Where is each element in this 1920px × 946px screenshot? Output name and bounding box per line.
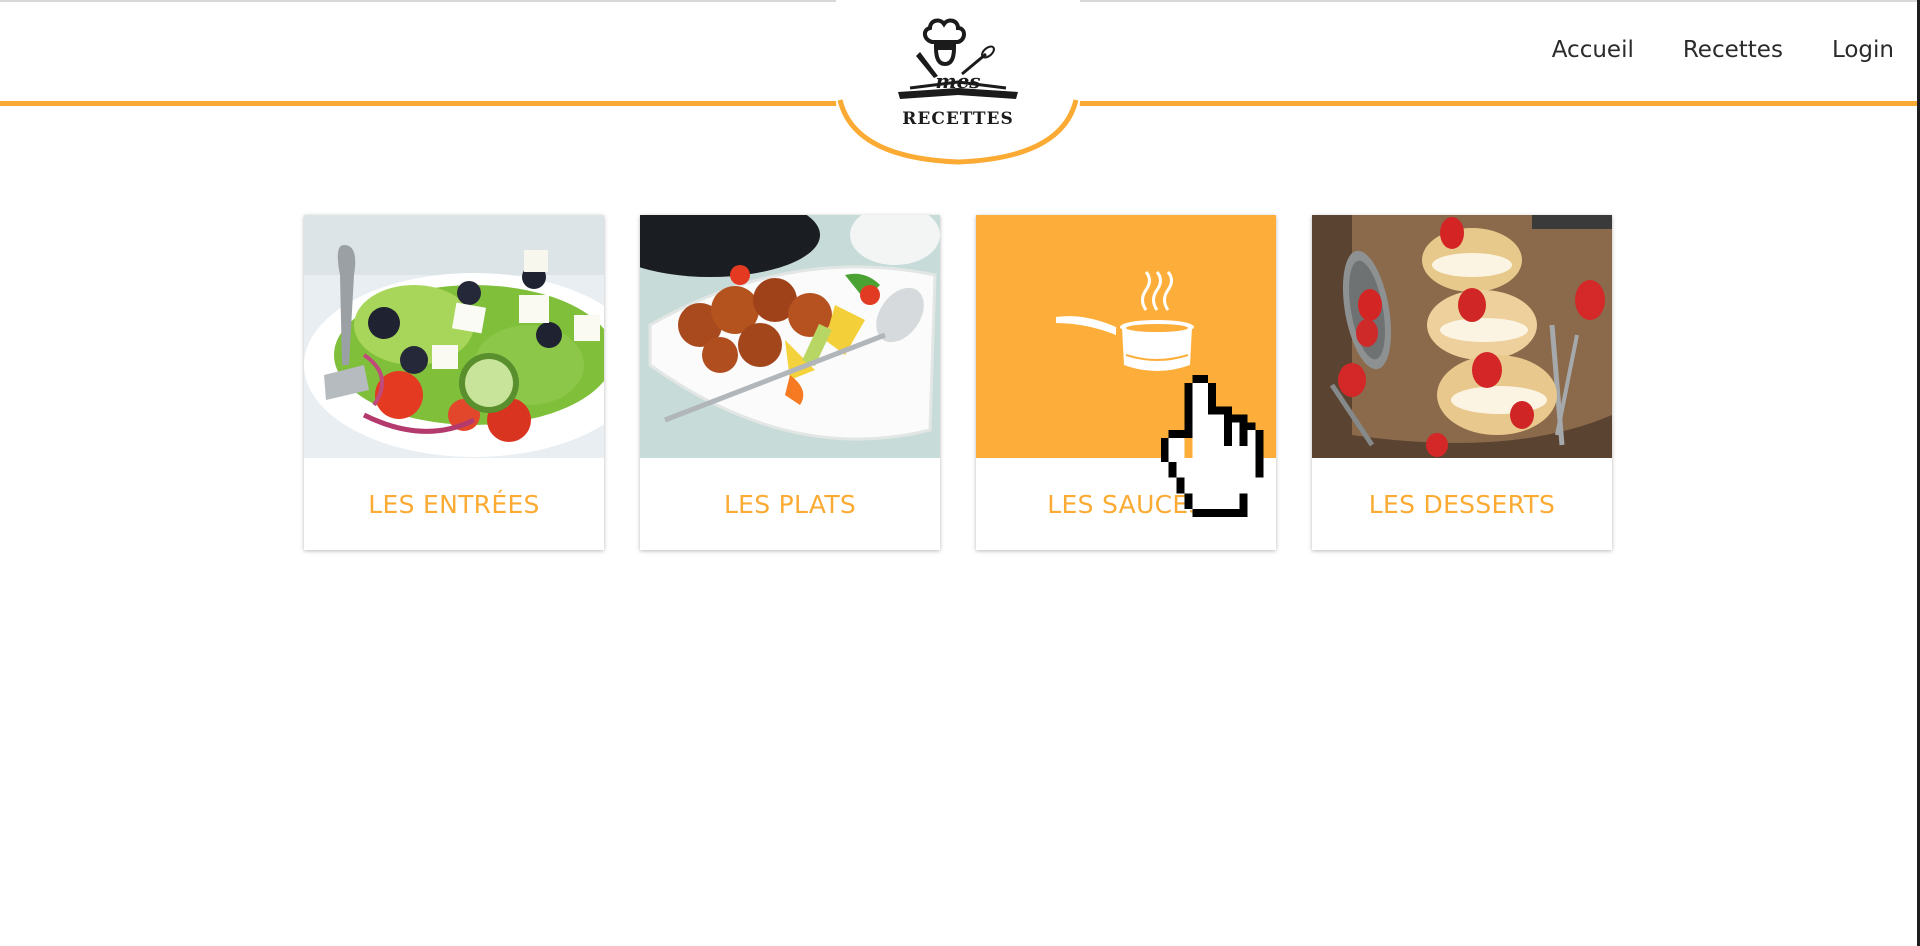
- nav-recettes[interactable]: Recettes: [1683, 37, 1783, 63]
- hand-pointer-icon: [1160, 375, 1264, 517]
- category-label: LES DESSERTS: [1368, 490, 1556, 519]
- category-card-desserts[interactable]: LES DESSERTS: [1312, 215, 1612, 550]
- category-label: LES ENTRÉES: [368, 490, 540, 519]
- salad-photo: [304, 215, 604, 458]
- chef-logo-icon: mes RECETTES: [836, 0, 1080, 165]
- site-logo[interactable]: mes RECETTES: [836, 0, 1080, 166]
- category-grid: LES ENTRÉES LES PLATS LES SAUCES LES DES…: [304, 215, 1612, 550]
- category-card-plats[interactable]: LES PLATS: [640, 215, 940, 550]
- main-nav: Accueil Recettes Login: [1503, 37, 1894, 63]
- site-header: mes RECETTES Accueil Recettes Login: [0, 0, 1920, 165]
- nav-login[interactable]: Login: [1832, 37, 1894, 63]
- logo-title-text: RECETTES: [902, 109, 1014, 129]
- logo-script-text: mes: [935, 69, 980, 93]
- category-card-entrees[interactable]: LES ENTRÉES: [304, 215, 604, 550]
- sweet-sour-pork-photo: [640, 215, 940, 458]
- cream-puffs-photo: [1312, 215, 1612, 458]
- category-label: LES PLATS: [723, 490, 857, 519]
- nav-accueil[interactable]: Accueil: [1552, 37, 1634, 63]
